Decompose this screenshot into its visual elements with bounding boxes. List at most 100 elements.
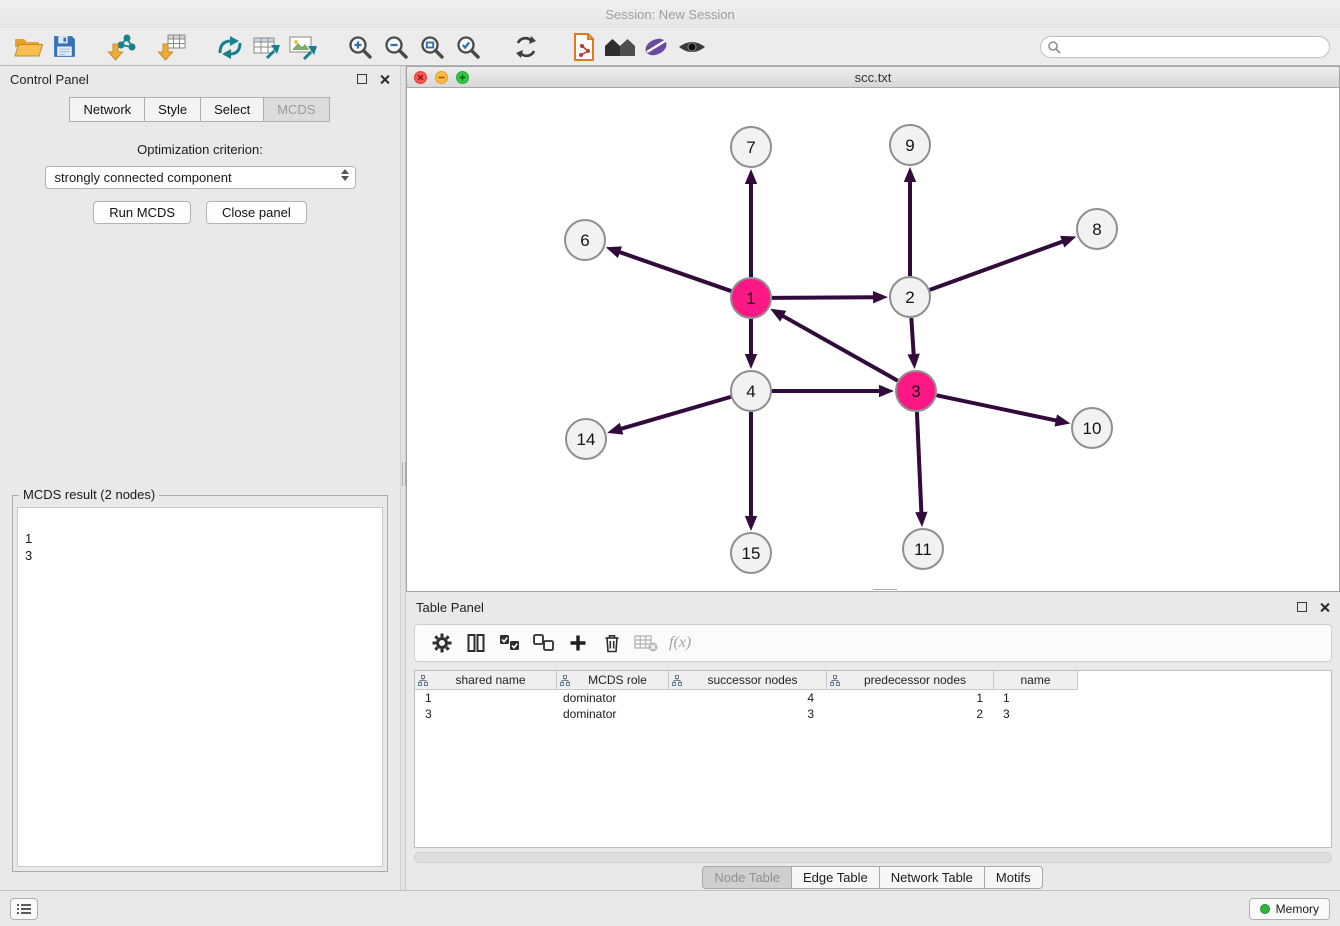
table-panel: Table Panel bbox=[406, 594, 1340, 890]
eye-icon[interactable] bbox=[674, 30, 710, 64]
optimization-criterion-label: Optimization criterion: bbox=[0, 142, 400, 157]
column-header-successor-nodes[interactable]: successor nodes bbox=[669, 671, 827, 690]
graph-edge-arrow bbox=[1055, 414, 1071, 426]
deselect-all-icon[interactable] bbox=[527, 627, 561, 659]
close-panel-button[interactable]: Close panel bbox=[206, 201, 307, 224]
tab-style[interactable]: Style bbox=[144, 97, 201, 122]
tab-network[interactable]: Network bbox=[69, 97, 145, 122]
zoom-in-icon[interactable] bbox=[342, 30, 378, 64]
tab-motifs[interactable]: Motifs bbox=[984, 866, 1043, 889]
table-cell: 3 bbox=[994, 707, 1078, 721]
table-body: 1dominator4113dominator323 bbox=[415, 690, 1331, 722]
table-horizontal-scrollbar[interactable] bbox=[414, 852, 1332, 863]
network-canvas[interactable]: 1234678910111415 bbox=[407, 88, 1339, 591]
task-history-button[interactable] bbox=[10, 898, 38, 920]
main-area: Control Panel Network Style Select MCDS … bbox=[0, 66, 1340, 890]
apply-layout-icon[interactable] bbox=[508, 30, 544, 64]
minimize-window-icon[interactable] bbox=[435, 71, 448, 84]
column-header-shared-name[interactable]: shared name bbox=[415, 671, 557, 690]
table-cell: dominator bbox=[557, 707, 669, 721]
control-panel-tabs: Network Style Select MCDS bbox=[0, 97, 400, 122]
network-document-icon[interactable] bbox=[566, 30, 602, 64]
graph-node-label: 1 bbox=[746, 289, 755, 308]
mcds-result-text: 1 3 bbox=[25, 531, 32, 563]
network-arrows-icon[interactable] bbox=[212, 30, 248, 64]
column-header-mcds-role[interactable]: MCDS role bbox=[557, 671, 669, 690]
graph-edge-arrow bbox=[873, 291, 888, 303]
close-panel-icon[interactable] bbox=[379, 74, 390, 85]
table-cell: 1 bbox=[827, 691, 994, 705]
memory-button[interactable]: Memory bbox=[1249, 898, 1330, 920]
graph-edge-2-8 bbox=[930, 241, 1064, 290]
table-panel-tabs: Node Table Edge Table Network Table Moti… bbox=[406, 866, 1340, 889]
zoom-out-icon[interactable] bbox=[378, 30, 414, 64]
delete-table-icon[interactable] bbox=[629, 627, 663, 659]
graph-node-label: 3 bbox=[911, 382, 920, 401]
save-session-icon[interactable] bbox=[46, 30, 82, 64]
mcds-result-box[interactable]: 1 3 bbox=[17, 507, 383, 867]
style-brush-icon[interactable] bbox=[638, 30, 674, 64]
export-image-icon[interactable] bbox=[284, 30, 320, 64]
zoom-window-icon[interactable] bbox=[456, 71, 469, 84]
tab-node-table[interactable]: Node Table bbox=[702, 866, 792, 889]
graph-edge-4-14 bbox=[620, 397, 731, 429]
float-table-panel-icon[interactable] bbox=[1297, 602, 1307, 612]
graph-node-label: 4 bbox=[746, 382, 755, 401]
zoom-fit-icon[interactable] bbox=[414, 30, 450, 64]
close-window-icon[interactable] bbox=[414, 71, 427, 84]
add-row-icon[interactable] bbox=[561, 627, 595, 659]
select-all-icon[interactable] bbox=[493, 627, 527, 659]
graph-edge-arrow bbox=[915, 512, 927, 527]
tab-edge-table[interactable]: Edge Table bbox=[791, 866, 880, 889]
graph-node-label: 2 bbox=[905, 288, 914, 307]
criterion-value: strongly connected component bbox=[55, 170, 232, 185]
gear-icon[interactable] bbox=[425, 627, 459, 659]
export-table-icon[interactable] bbox=[248, 30, 284, 64]
table-row[interactable]: 1dominator411 bbox=[415, 690, 1331, 706]
search-icon bbox=[1047, 40, 1061, 57]
graph-node-label: 7 bbox=[746, 138, 755, 157]
graph-node-label: 15 bbox=[742, 544, 761, 563]
table-cell: 1 bbox=[994, 691, 1078, 705]
table-row[interactable]: 3dominator323 bbox=[415, 706, 1331, 722]
zoom-selected-icon[interactable] bbox=[450, 30, 486, 64]
graph-edge-arrow bbox=[745, 169, 757, 184]
table-cell: dominator bbox=[557, 691, 669, 705]
float-window-icon[interactable] bbox=[357, 74, 367, 84]
network-window: scc.txt 1234678910111415 bbox=[406, 66, 1340, 592]
graph-edge-arrow bbox=[1060, 236, 1076, 248]
graph-node-label: 11 bbox=[914, 540, 932, 559]
network-window-titlebar: scc.txt bbox=[407, 67, 1339, 88]
tab-mcds[interactable]: MCDS bbox=[263, 97, 329, 122]
table-cell: 1 bbox=[415, 691, 557, 705]
run-mcds-button[interactable]: Run MCDS bbox=[93, 201, 191, 224]
graph-edge-arrow bbox=[907, 354, 919, 369]
tab-network-table[interactable]: Network Table bbox=[879, 866, 985, 889]
graph-edge-arrow bbox=[745, 516, 757, 531]
criterion-dropdown[interactable]: strongly connected component bbox=[45, 166, 356, 189]
window-resize-grip[interactable] bbox=[873, 589, 897, 592]
column-header-name[interactable]: name bbox=[994, 671, 1078, 690]
delete-row-icon[interactable] bbox=[595, 627, 629, 659]
graph-node-label: 9 bbox=[905, 136, 914, 155]
graph-edge-arrow bbox=[745, 354, 757, 369]
dropdown-stepper-icon bbox=[341, 169, 349, 181]
close-table-panel-icon[interactable] bbox=[1319, 602, 1330, 613]
tab-select[interactable]: Select bbox=[200, 97, 264, 122]
import-network-icon[interactable] bbox=[104, 30, 140, 64]
columns-icon[interactable] bbox=[459, 627, 493, 659]
home-overview-icon[interactable] bbox=[602, 30, 638, 64]
graph-edge-arrow bbox=[607, 423, 623, 435]
column-header-predecessor-nodes[interactable]: predecessor nodes bbox=[827, 671, 994, 690]
graph-edge-3-1 bbox=[781, 315, 897, 381]
table-cell: 2 bbox=[827, 707, 994, 721]
open-session-icon[interactable] bbox=[10, 30, 46, 64]
status-bar: Memory bbox=[0, 890, 1340, 926]
import-table-icon[interactable] bbox=[154, 30, 190, 64]
function-builder-icon[interactable]: f(x) bbox=[669, 634, 691, 652]
network-window-title: scc.txt bbox=[407, 70, 1339, 85]
main-toolbar bbox=[0, 28, 1340, 66]
mcds-result-group: MCDS result (2 nodes) 1 3 bbox=[12, 495, 388, 872]
search-input[interactable] bbox=[1040, 36, 1330, 58]
graph-edge-arrow bbox=[904, 167, 916, 182]
